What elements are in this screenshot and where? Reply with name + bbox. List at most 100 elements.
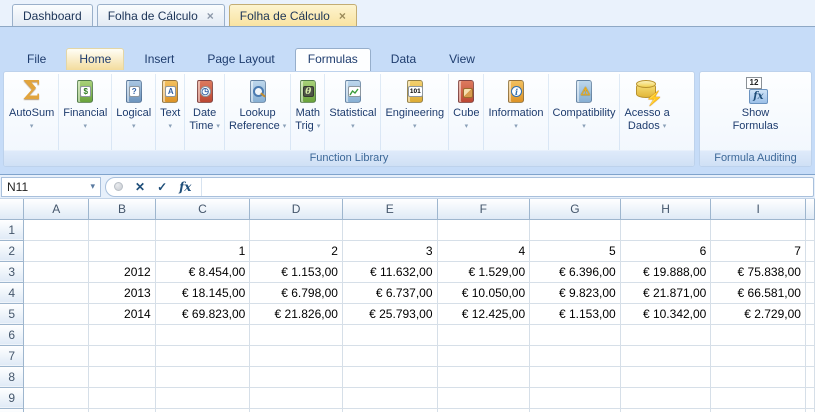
col-header-A[interactable]: A bbox=[23, 199, 90, 220]
cell-H10[interactable] bbox=[620, 408, 712, 412]
sheet-tab-2[interactable]: Folha de Cálculo × bbox=[228, 4, 357, 26]
ribbon-tab-view[interactable]: View bbox=[436, 48, 488, 70]
cell-I1[interactable] bbox=[710, 219, 806, 241]
cell-D2[interactable]: 2 bbox=[249, 240, 343, 262]
row-header-8[interactable]: 8 bbox=[0, 366, 25, 388]
cell-B1[interactable] bbox=[88, 219, 156, 241]
cell-E6[interactable] bbox=[342, 324, 438, 346]
cell-A9[interactable] bbox=[23, 387, 90, 409]
col-header-G[interactable]: G bbox=[529, 199, 621, 220]
cell-G4[interactable]: € 9.823,00 bbox=[529, 282, 621, 304]
cell-A5[interactable] bbox=[23, 303, 90, 325]
col-header-B[interactable]: B bbox=[88, 199, 156, 220]
cell-I10[interactable] bbox=[710, 408, 806, 412]
cell-I4[interactable]: € 66.581,00 bbox=[710, 282, 806, 304]
cell-H6[interactable] bbox=[620, 324, 712, 346]
cell-B3[interactable]: 2012 bbox=[88, 261, 156, 283]
insert-function-icon[interactable]: fx bbox=[179, 180, 191, 194]
cell-I6[interactable] bbox=[710, 324, 806, 346]
formula-input[interactable] bbox=[202, 178, 813, 196]
confirm-icon[interactable]: ✓ bbox=[157, 180, 167, 194]
cell-B2[interactable] bbox=[88, 240, 156, 262]
cell-E3[interactable]: € 11.632,00 bbox=[342, 261, 438, 283]
ribbon-button-acesso-a-dados[interactable]: ⚡ Acesso a Dados ▾ bbox=[620, 74, 673, 150]
cell-C9[interactable] bbox=[155, 387, 251, 409]
cell-H4[interactable]: € 21.871,00 bbox=[620, 282, 712, 304]
col-header-I[interactable]: I bbox=[710, 199, 806, 220]
cell-I3[interactable]: € 75.838,00 bbox=[710, 261, 806, 283]
cell-D5[interactable]: € 21.826,00 bbox=[249, 303, 343, 325]
name-box[interactable]: N11 ▾ bbox=[1, 176, 101, 197]
row-header-9[interactable]: 9 bbox=[0, 387, 25, 409]
cell-E10[interactable] bbox=[342, 408, 438, 412]
cell-B8[interactable] bbox=[88, 366, 156, 388]
col-header-E[interactable]: E bbox=[342, 199, 438, 220]
chevron-down-icon[interactable]: ▾ bbox=[90, 181, 95, 192]
cell-D8[interactable] bbox=[249, 366, 343, 388]
cell-F1[interactable] bbox=[437, 219, 531, 241]
col-header-D[interactable]: D bbox=[249, 199, 343, 220]
col-header-H[interactable]: H bbox=[620, 199, 712, 220]
cell-C4[interactable]: € 18.145,00 bbox=[155, 282, 251, 304]
cell-G1[interactable] bbox=[529, 219, 621, 241]
cell-A8[interactable] bbox=[23, 366, 90, 388]
cell-F9[interactable] bbox=[437, 387, 531, 409]
sheet-tab-0[interactable]: Dashboard bbox=[12, 4, 93, 26]
cell-A1[interactable] bbox=[23, 219, 90, 241]
cell-D10[interactable] bbox=[249, 408, 343, 412]
cell-B7[interactable] bbox=[88, 345, 156, 367]
cell-D1[interactable] bbox=[249, 219, 343, 241]
ribbon-button-engineering[interactable]: 101 Engineering ▾ bbox=[381, 74, 450, 150]
cell-G8[interactable] bbox=[529, 366, 621, 388]
ribbon-tab-page-layout[interactable]: Page Layout bbox=[194, 48, 287, 70]
cell-G6[interactable] bbox=[529, 324, 621, 346]
cell-C5[interactable]: € 69.823,00 bbox=[155, 303, 251, 325]
row-header-7[interactable]: 7 bbox=[0, 345, 25, 367]
ribbon-button-cube[interactable]: Cube ▾ bbox=[449, 74, 485, 150]
cell-G7[interactable] bbox=[529, 345, 621, 367]
sheet-tab-1[interactable]: Folha de Cálculo × bbox=[96, 4, 225, 26]
row-header-2[interactable]: 2 bbox=[0, 240, 25, 262]
cell-D9[interactable] bbox=[249, 387, 343, 409]
cell-E4[interactable]: € 6.737,00 bbox=[342, 282, 438, 304]
cell-F6[interactable] bbox=[437, 324, 531, 346]
cell-B4[interactable]: 2013 bbox=[88, 282, 156, 304]
cell-E1[interactable] bbox=[342, 219, 438, 241]
cell-H8[interactable] bbox=[620, 366, 712, 388]
cell-C1[interactable] bbox=[155, 219, 251, 241]
ribbon-tab-insert[interactable]: Insert bbox=[131, 48, 187, 70]
cell-C6[interactable] bbox=[155, 324, 251, 346]
cell-A3[interactable] bbox=[23, 261, 90, 283]
cell-B9[interactable] bbox=[88, 387, 156, 409]
cell-I5[interactable]: € 2.729,00 bbox=[710, 303, 806, 325]
cell-G3[interactable]: € 6.396,00 bbox=[529, 261, 621, 283]
cell-H3[interactable]: € 19.888,00 bbox=[620, 261, 712, 283]
cell-H9[interactable] bbox=[620, 387, 712, 409]
cell-B6[interactable] bbox=[88, 324, 156, 346]
cell-F5[interactable]: € 12.425,00 bbox=[437, 303, 531, 325]
cell-B5[interactable]: 2014 bbox=[88, 303, 156, 325]
cell-F2[interactable]: 4 bbox=[437, 240, 531, 262]
row-header-1[interactable]: 1 bbox=[0, 219, 25, 241]
cancel-icon[interactable]: ✕ bbox=[135, 180, 145, 194]
col-header-F[interactable]: F bbox=[437, 199, 531, 220]
cell-A7[interactable] bbox=[23, 345, 90, 367]
cell-G10[interactable] bbox=[529, 408, 621, 412]
ribbon-button-show-formulas[interactable]: 12 fx Show Formulas bbox=[729, 74, 783, 150]
ribbon-button-statistical[interactable]: Statistical ▾ bbox=[325, 74, 382, 150]
ribbon-button-lookup-reference[interactable]: Lookup Reference ▾ bbox=[225, 74, 292, 150]
ribbon-button-date-time[interactable]: ◷ Date Time ▾ bbox=[185, 74, 225, 150]
ribbon-tab-file[interactable]: File bbox=[14, 48, 59, 70]
cell-H7[interactable] bbox=[620, 345, 712, 367]
close-icon[interactable]: × bbox=[339, 6, 346, 26]
cell-H5[interactable]: € 10.342,00 bbox=[620, 303, 712, 325]
ribbon-button-logical[interactable]: ? Logical ▾ bbox=[112, 74, 157, 150]
cell-G2[interactable]: 5 bbox=[529, 240, 621, 262]
cell-F8[interactable] bbox=[437, 366, 531, 388]
select-all-corner[interactable] bbox=[0, 199, 25, 220]
cell-A2[interactable] bbox=[23, 240, 90, 262]
close-icon[interactable]: × bbox=[207, 6, 214, 26]
ribbon-tab-data[interactable]: Data bbox=[378, 48, 429, 70]
cell-I9[interactable] bbox=[710, 387, 806, 409]
row-header-5[interactable]: 5 bbox=[0, 303, 25, 325]
